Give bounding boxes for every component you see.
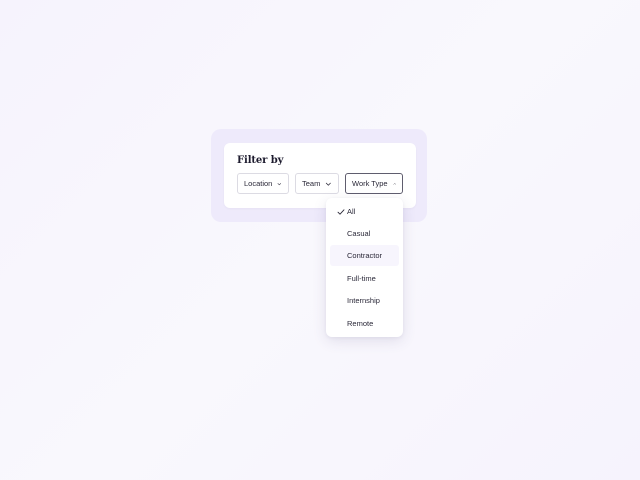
dropdown-item-label: Contractor xyxy=(347,251,383,260)
dropdown-item-contractor[interactable]: Contractor xyxy=(330,245,399,266)
work-type-filter-label: Work Type xyxy=(352,179,388,188)
work-type-filter-button[interactable]: Work Type xyxy=(345,173,403,194)
chevron-down-icon xyxy=(326,182,332,186)
chevron-down-icon xyxy=(277,182,282,185)
checkmark-icon xyxy=(337,208,345,215)
team-filter-label: Team xyxy=(302,179,321,188)
dropdown-item-label: Full-time xyxy=(347,274,376,283)
dropdown-item-label: All xyxy=(347,207,356,216)
team-filter-button[interactable]: Team xyxy=(295,173,339,194)
dropdown-item-label: Casual xyxy=(347,229,371,238)
dropdown-item-internship[interactable]: Internship xyxy=(330,290,399,311)
work-type-dropdown-menu: All Casual Contractor Full-time Internsh… xyxy=(326,198,403,337)
dropdown-item-all[interactable]: All xyxy=(330,201,399,222)
dropdown-item-full-time[interactable]: Full-time xyxy=(330,268,399,289)
location-filter-button[interactable]: Location xyxy=(237,173,289,194)
dropdown-item-label: Internship xyxy=(347,296,380,305)
chevron-up-icon xyxy=(393,182,396,185)
location-filter-label: Location xyxy=(244,179,273,188)
dropdown-item-label: Remote xyxy=(347,319,374,328)
dropdown-item-casual[interactable]: Casual xyxy=(330,223,399,244)
dropdown-item-remote[interactable]: Remote xyxy=(330,313,399,334)
filter-title: Filter by xyxy=(237,155,284,166)
